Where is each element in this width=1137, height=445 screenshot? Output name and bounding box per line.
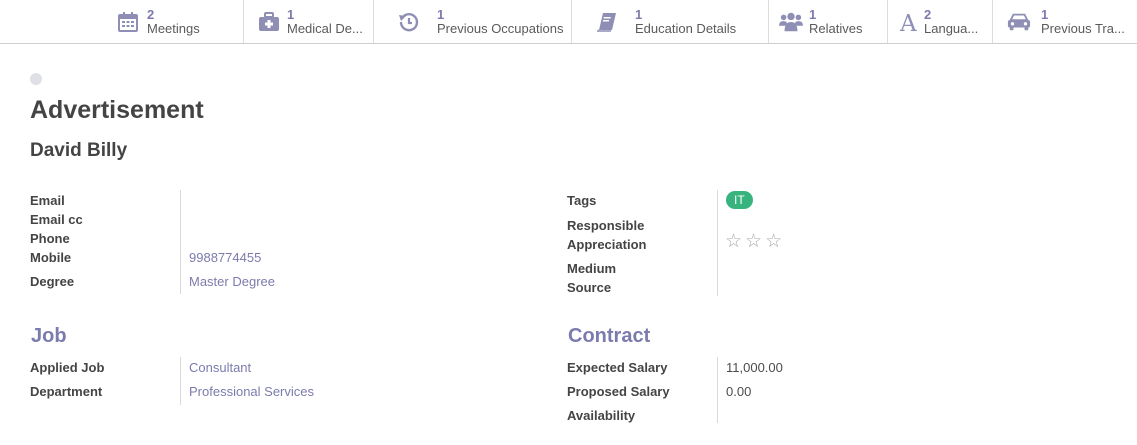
job-section-title: Job: [31, 325, 67, 347]
medical-kit-icon: [257, 10, 281, 34]
degree-label: Degree: [30, 274, 75, 289]
education-details-count: 1: [635, 8, 643, 22]
applied-job-value[interactable]: Consultant: [189, 360, 251, 375]
star-icon[interactable]: ☆: [745, 232, 762, 251]
expected-salary-value: 11,000.00: [726, 360, 783, 375]
mobile-label: Mobile: [30, 250, 72, 265]
meetings-button[interactable]: 2 Meetings: [0, 0, 243, 43]
book-icon: [595, 10, 619, 34]
phone-label: Phone: [30, 231, 70, 246]
medical-details-label: Medical De...: [287, 22, 363, 36]
priority-dot[interactable]: [30, 73, 42, 85]
appreciation-label: Appreciation: [567, 237, 647, 252]
languages-count: 2: [924, 8, 932, 22]
tags-label: Tags: [567, 193, 597, 208]
degree-value[interactable]: Master Degree: [189, 274, 275, 289]
availability-label: Availability: [567, 408, 636, 423]
previous-travel-button[interactable]: 1 Previous Tra...: [992, 0, 1137, 43]
previous-occupations-count: 1: [437, 8, 445, 22]
star-icon[interactable]: ☆: [765, 232, 782, 251]
left-group-divider: [180, 190, 181, 294]
department-value[interactable]: Professional Services: [189, 384, 314, 399]
medical-details-count: 1: [287, 8, 295, 22]
right-group-divider: [717, 190, 718, 296]
star-icon[interactable]: ☆: [725, 232, 742, 251]
history-icon: [397, 10, 421, 34]
medical-details-button[interactable]: 1 Medical De...: [243, 0, 373, 43]
record-title: Advertisement: [30, 96, 204, 124]
svg-text:A: A: [899, 11, 917, 33]
meetings-label: Meetings: [147, 22, 200, 36]
email-label: Email: [30, 193, 65, 208]
mobile-value[interactable]: 9988774455: [189, 250, 261, 265]
education-details-label: Education Details: [635, 22, 737, 36]
calendar-icon: [116, 10, 140, 34]
proposed-salary-label: Proposed Salary: [567, 384, 670, 399]
previous-occupations-button[interactable]: 1 Previous Occupations: [373, 0, 571, 43]
meetings-count: 2: [147, 8, 155, 22]
job-divider: [180, 357, 181, 405]
responsible-label: Responsible: [567, 218, 645, 233]
languages-label: Langua...: [924, 22, 979, 36]
font-icon: A: [898, 10, 922, 34]
contract-divider: [717, 357, 718, 423]
languages-button[interactable]: A 2 Langua...: [887, 0, 992, 43]
source-label: Source: [567, 280, 612, 295]
appreciation-stars: ☆ ☆ ☆: [725, 232, 782, 251]
relatives-label: Relatives: [809, 22, 863, 36]
relatives-count: 1: [809, 8, 817, 22]
users-icon: [779, 10, 803, 34]
medium-label: Medium: [567, 261, 617, 276]
tag-badge[interactable]: IT: [726, 191, 753, 209]
previous-travel-label: Previous Tra...: [1041, 22, 1125, 36]
smart-button-bar: 2 Meetings 1 Medical De... 1 Previous Oc…: [0, 0, 1137, 44]
previous-occupations-label: Previous Occupations: [437, 22, 564, 36]
previous-travel-count: 1: [1041, 8, 1049, 22]
proposed-salary-value: 0.00: [726, 384, 752, 399]
applicant-name: David Billy: [30, 140, 128, 161]
expected-salary-label: Expected Salary: [567, 360, 668, 375]
applied-job-label: Applied Job: [30, 360, 105, 375]
email-cc-label: Email cc: [30, 212, 83, 227]
education-details-button[interactable]: 1 Education Details: [571, 0, 768, 43]
car-icon: [1007, 10, 1031, 34]
relatives-button[interactable]: 1 Relatives: [768, 0, 887, 43]
department-label: Department: [30, 384, 103, 399]
contract-section-title: Contract: [568, 325, 651, 347]
